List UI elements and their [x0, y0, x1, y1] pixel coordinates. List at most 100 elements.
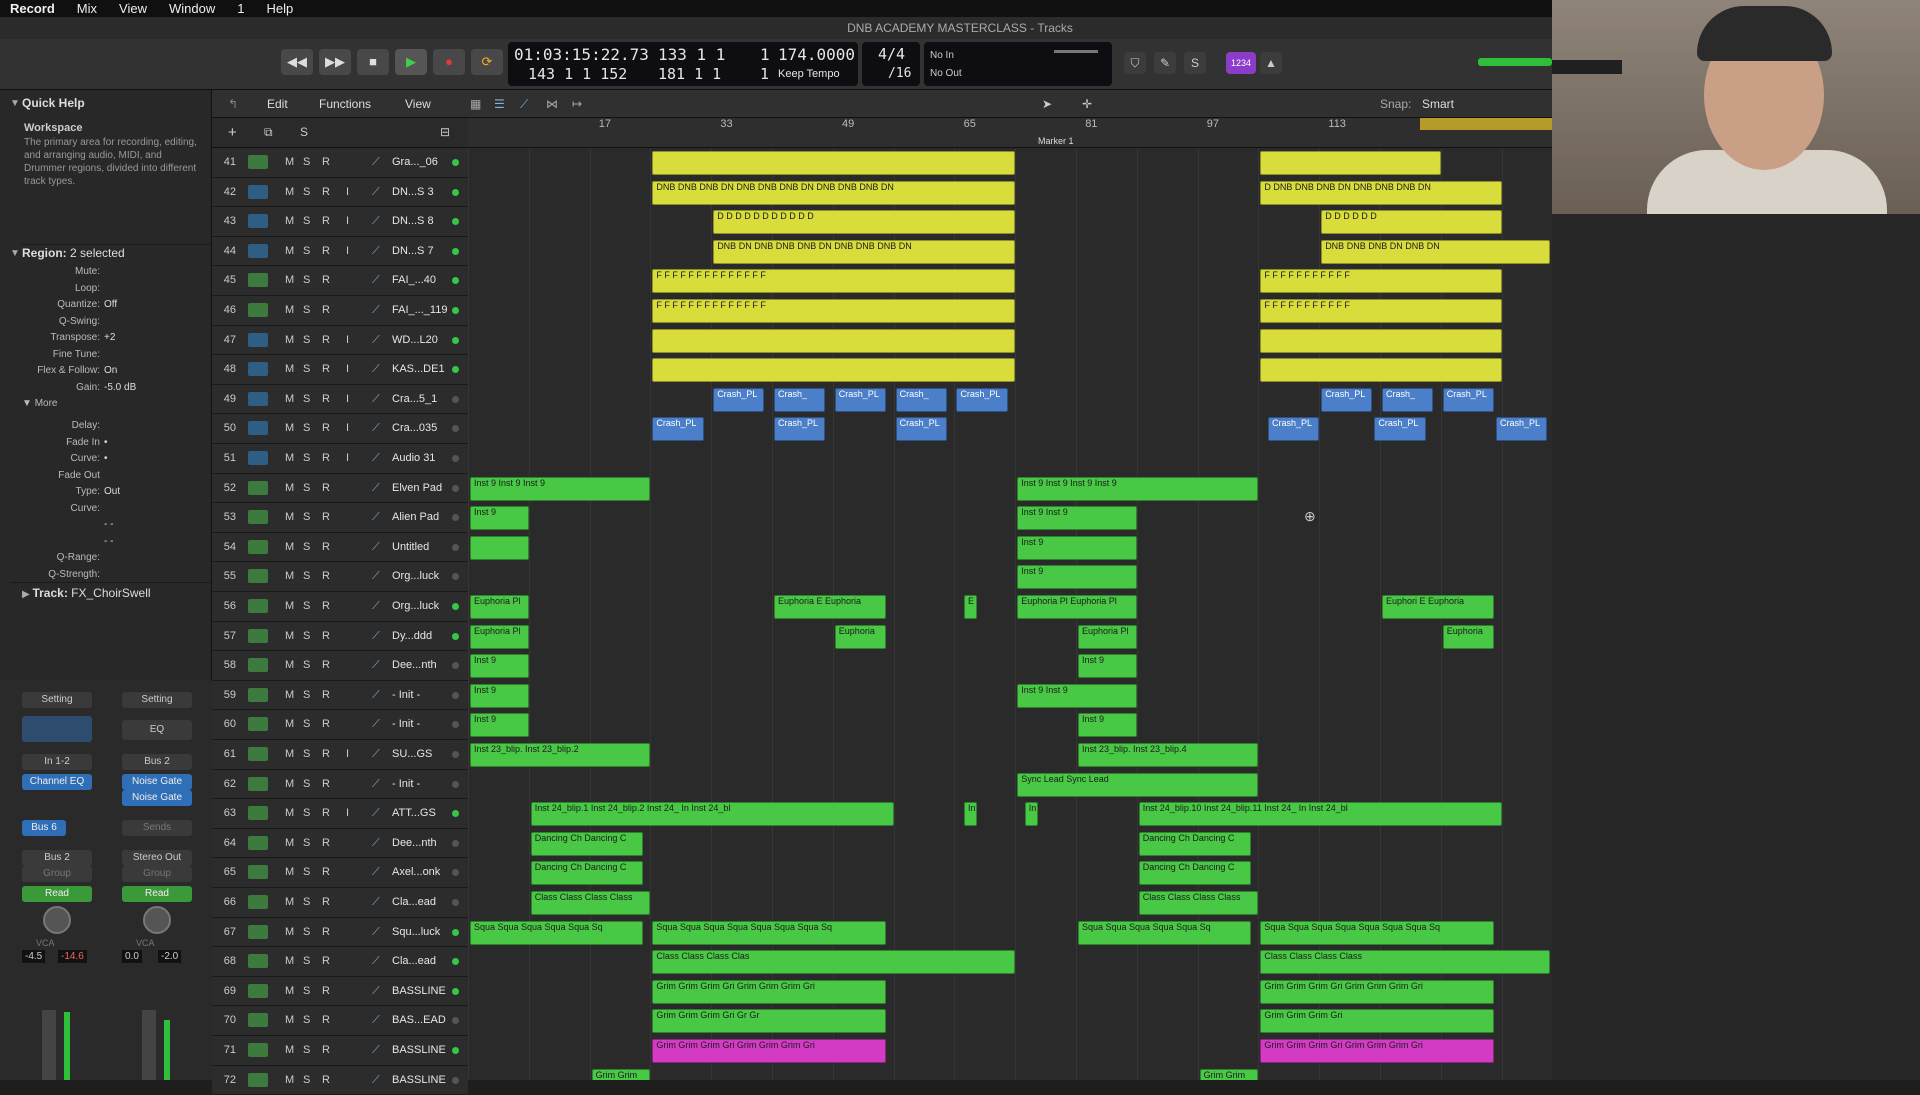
- solo-mode-icon[interactable]: S: [1184, 52, 1206, 74]
- region[interactable]: Euphori E Euphoria: [1382, 595, 1494, 619]
- region[interactable]: D DNB DNB DNB DN DNB DNB DNB DN: [1260, 180, 1502, 205]
- track-name[interactable]: - Init -: [392, 778, 458, 790]
- region[interactable]: DNB DNB DNB DN DNB DNB DNB DN DNB DNB DN…: [652, 180, 1016, 205]
- solo-button[interactable]: S: [303, 570, 310, 582]
- record-enable-button[interactable]: R: [322, 304, 330, 316]
- region[interactable]: Inst 9: [470, 683, 529, 708]
- region[interactable]: E: [964, 595, 978, 619]
- flex-icon[interactable]: ⋈: [546, 97, 558, 111]
- region[interactable]: [652, 151, 1016, 175]
- region[interactable]: Squa Squa Squa Squa Squa Sq: [1078, 920, 1251, 945]
- mute-button[interactable]: M: [285, 896, 294, 908]
- collapse-icon[interactable]: ⊟: [440, 125, 450, 139]
- record-enable-button[interactable]: R: [322, 363, 330, 375]
- volume-value[interactable]: -4.5: [22, 950, 46, 963]
- mute-button[interactable]: M: [285, 866, 294, 878]
- track-header[interactable]: 54 M S R ⟋ Untitled: [212, 532, 468, 563]
- region[interactable]: DNB DNB DNB DN DNB DN: [1321, 239, 1550, 264]
- region[interactable]: Crash_PL: [652, 417, 704, 442]
- stop-button[interactable]: ■: [357, 49, 389, 75]
- mute-button[interactable]: M: [285, 985, 294, 997]
- track-on-indicator[interactable]: [452, 159, 459, 166]
- automation-icon[interactable]: ⟋: [520, 97, 528, 112]
- mute-button[interactable]: M: [285, 778, 294, 790]
- input-monitor-button[interactable]: I: [346, 393, 349, 405]
- record-enable-button[interactable]: R: [322, 748, 330, 760]
- track-name[interactable]: SU...GS: [392, 748, 458, 760]
- track-on-indicator[interactable]: [452, 247, 459, 255]
- track-header[interactable]: 52 M S R ⟋ Elven Pad: [212, 473, 468, 504]
- record-enable-button[interactable]: R: [322, 334, 330, 346]
- volume-fader[interactable]: [42, 1010, 56, 1080]
- input-monitor-button[interactable]: I: [346, 245, 349, 257]
- region[interactable]: Inst 9: [1017, 535, 1137, 560]
- param-value[interactable]: - -: [104, 519, 113, 530]
- input-slot[interactable]: Bus 2: [122, 754, 192, 770]
- track-header[interactable]: 67 M S R ⟋ Squ...luck: [212, 917, 468, 948]
- mute-button[interactable]: M: [285, 689, 294, 701]
- region[interactable]: Crash_PL: [774, 417, 826, 442]
- record-enable-button[interactable]: R: [322, 955, 330, 967]
- automation-icon[interactable]: ⟋: [372, 748, 380, 761]
- param-value[interactable]: Out: [104, 486, 120, 497]
- volume-fader[interactable]: [142, 1010, 156, 1080]
- region-param-row[interactable]: Flex & Follow: On: [0, 365, 117, 376]
- region[interactable]: F F F F F F F F F F F: [1260, 299, 1502, 323]
- region[interactable]: Inst 9: [470, 506, 529, 531]
- mute-button[interactable]: M: [285, 807, 294, 819]
- region[interactable]: DNB DN DNB DNB DNB DN DNB DNB DNB DN: [713, 239, 1016, 264]
- mute-button[interactable]: M: [285, 363, 294, 375]
- track-name[interactable]: Axel...onk: [392, 866, 458, 878]
- pointer-tool-icon[interactable]: ➤: [1042, 97, 1052, 111]
- automation-icon[interactable]: ⟋: [372, 630, 380, 643]
- automation-icon[interactable]: ⟋: [372, 718, 380, 731]
- channel-eq-plugin[interactable]: Channel EQ: [22, 774, 92, 790]
- track-name[interactable]: Cra...035: [392, 422, 458, 434]
- track-name[interactable]: FAI_..._119: [392, 304, 458, 316]
- solo-button[interactable]: S: [303, 511, 310, 523]
- add-track-icon[interactable]: +: [228, 124, 237, 141]
- automation-icon[interactable]: ⟋: [372, 363, 380, 376]
- track-header[interactable]: 44 M S R I ⟋ DN...S 7: [212, 236, 468, 267]
- lcd-tempo-mode[interactable]: Keep Tempo: [778, 68, 840, 80]
- track-on-indicator[interactable]: [452, 928, 459, 936]
- send-slot[interactable]: Bus 6: [22, 820, 66, 836]
- record-button[interactable]: ●: [433, 49, 465, 75]
- record-enable-button[interactable]: R: [322, 511, 330, 523]
- record-enable-button[interactable]: R: [322, 422, 330, 434]
- track-name[interactable]: Squ...luck: [392, 926, 458, 938]
- record-enable-button[interactable]: R: [322, 866, 330, 878]
- record-enable-button[interactable]: R: [322, 926, 330, 938]
- track-name[interactable]: KAS...DE1: [392, 363, 458, 375]
- region[interactable]: Crash_PL: [1374, 417, 1426, 442]
- region[interactable]: Class Class Class Clas: [652, 950, 1016, 975]
- mute-button[interactable]: M: [285, 274, 294, 286]
- shield-icon[interactable]: ⛉: [1124, 52, 1146, 74]
- track-header[interactable]: 72 M S R ⟋ BASSLINE: [212, 1065, 468, 1095]
- record-enable-button[interactable]: R: [322, 570, 330, 582]
- automation-icon[interactable]: ⟋: [372, 452, 380, 465]
- track-name[interactable]: Alien Pad: [392, 511, 458, 523]
- param-value[interactable]: - -: [104, 536, 113, 547]
- region[interactable]: Grim Grim: [1199, 1068, 1259, 1080]
- setting-button[interactable]: Setting: [122, 692, 192, 708]
- mute-button[interactable]: M: [285, 659, 294, 671]
- bar-ruler[interactable]: 173349658197113129145Marker 1: [468, 118, 1590, 148]
- track-name[interactable]: Elven Pad: [392, 482, 458, 494]
- record-enable-button[interactable]: R: [322, 245, 330, 257]
- more-param-row[interactable]: Fade In •: [0, 437, 107, 448]
- region[interactable]: Crash_PL: [834, 387, 886, 412]
- menu-record[interactable]: Record: [0, 0, 66, 17]
- automation-icon[interactable]: ⟋: [372, 659, 380, 672]
- region[interactable]: D D D D D D D D D D D: [713, 210, 1016, 235]
- mute-button[interactable]: M: [285, 304, 294, 316]
- track-name[interactable]: Cra...5_1: [392, 393, 458, 405]
- record-enable-button[interactable]: R: [322, 896, 330, 908]
- region[interactable]: Crash_PL: [1268, 417, 1320, 442]
- more-param-row[interactable]: Curve:: [0, 503, 104, 514]
- mute-button[interactable]: M: [285, 1044, 294, 1056]
- noise-gate-plugin-2[interactable]: Noise Gate: [122, 790, 192, 806]
- track-header[interactable]: 55 M S R ⟋ Org...luck: [212, 562, 468, 592]
- track-name[interactable]: BAS...EAD: [392, 1014, 458, 1026]
- region[interactable]: Inst 9 Inst 9: [1017, 683, 1137, 708]
